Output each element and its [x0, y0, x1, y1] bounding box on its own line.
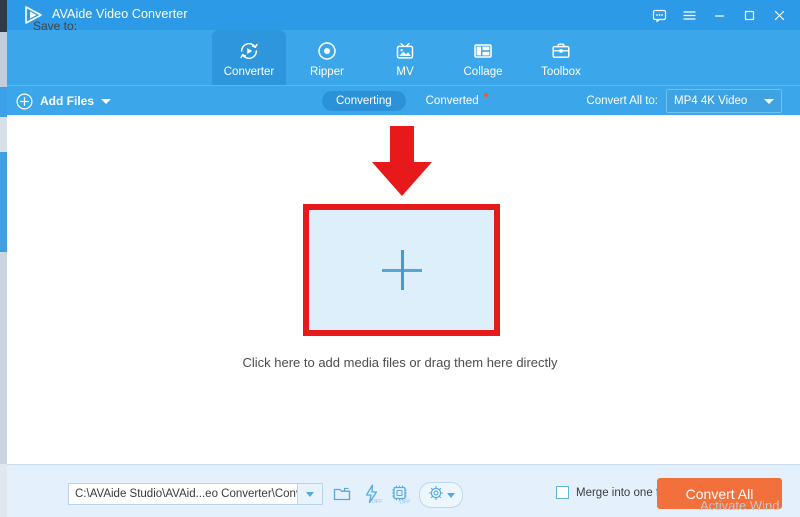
- merge-checkbox[interactable]: [556, 486, 569, 499]
- segment-converted[interactable]: Converted: [412, 91, 493, 111]
- disc-icon: [315, 39, 339, 63]
- segment-converted-label: Converted: [426, 95, 479, 107]
- tab-toolbox[interactable]: Toolbox: [524, 30, 598, 85]
- chevron-down-icon: [764, 99, 774, 104]
- tab-mv[interactable]: MV: [368, 30, 442, 85]
- tv-photo-icon: [393, 39, 417, 63]
- convert-circular-arrow-icon: [237, 39, 261, 63]
- output-format-value: MP4 4K Video: [674, 95, 747, 107]
- tab-toolbox-label: Toolbox: [541, 66, 581, 79]
- chevron-down-icon: [306, 492, 314, 497]
- main-content-area: Click here to add media files or drag th…: [0, 115, 800, 464]
- minimize-icon[interactable]: [704, 0, 734, 30]
- status-filter-group: Converting Converted: [322, 91, 493, 111]
- open-folder-icon: [332, 484, 352, 504]
- plus-icon: [382, 250, 422, 290]
- save-path-dropdown[interactable]: [297, 483, 323, 505]
- svg-text:OFF: OFF: [400, 499, 412, 505]
- merge-into-one-file-option[interactable]: Merge into one file: [556, 486, 671, 499]
- nav-tab-list: Converter Ripper: [212, 30, 602, 85]
- save-path-input[interactable]: C:\AVAide Studio\AVAid...eo Converter\Co…: [68, 483, 297, 505]
- segment-converting[interactable]: Converting: [322, 91, 406, 111]
- gpu-acceleration-button[interactable]: OFF: [388, 482, 412, 506]
- menu-icon[interactable]: [674, 0, 704, 30]
- lightning-off-icon: OFF: [361, 483, 383, 505]
- tab-ripper[interactable]: Ripper: [290, 30, 364, 85]
- tab-converter-label: Converter: [224, 66, 275, 79]
- settings-button[interactable]: [419, 482, 463, 508]
- tab-collage[interactable]: Collage: [446, 30, 520, 85]
- convert-all-to-group: Convert All to: MP4 4K Video: [586, 90, 782, 112]
- turbo-toggle-button[interactable]: OFF: [360, 482, 384, 506]
- media-drop-zone[interactable]: [303, 204, 500, 336]
- open-folder-button[interactable]: [330, 482, 354, 506]
- chevron-down-icon[interactable]: [101, 99, 111, 104]
- save-to-label: Save to:: [33, 19, 77, 33]
- gear-icon: [428, 485, 444, 506]
- title-bar: AVAide Video Converter: [0, 0, 800, 30]
- output-format-select[interactable]: MP4 4K Video: [666, 89, 782, 113]
- gpu-chip-off-icon: OFF: [389, 483, 411, 505]
- add-files-button[interactable]: Add Files: [16, 86, 111, 116]
- window-controls: [644, 0, 794, 30]
- feedback-icon[interactable]: [644, 0, 674, 30]
- convert-all-to-label: Convert All to:: [586, 95, 658, 107]
- close-icon[interactable]: [764, 0, 794, 30]
- status-badge: [484, 93, 488, 97]
- activate-windows-watermark: Activate Wind: [700, 498, 779, 513]
- action-toolbar: Add Files Converting Converted Convert A…: [0, 85, 800, 116]
- tab-mv-label: MV: [396, 66, 413, 79]
- red-down-arrow-annotation: [370, 126, 434, 198]
- collage-grid-icon: [471, 39, 495, 63]
- tab-ripper-label: Ripper: [310, 66, 344, 79]
- drop-zone-hint-text: Click here to add media files or drag th…: [0, 355, 800, 370]
- briefcase-icon: [549, 39, 573, 63]
- navigation-bar: Converter Ripper: [0, 30, 800, 85]
- svg-text:OFF: OFF: [372, 499, 384, 505]
- maximize-icon[interactable]: [734, 0, 764, 30]
- tab-collage-label: Collage: [464, 66, 503, 79]
- desktop-background-strip: [0, 0, 7, 517]
- application-window: AVAide Video Converter: [0, 0, 800, 517]
- tab-converter[interactable]: Converter: [212, 30, 286, 85]
- chevron-down-icon: [447, 493, 455, 498]
- add-files-label: Add Files: [40, 94, 94, 108]
- plus-circle-icon: [16, 93, 33, 110]
- segment-converting-label: Converting: [336, 95, 392, 107]
